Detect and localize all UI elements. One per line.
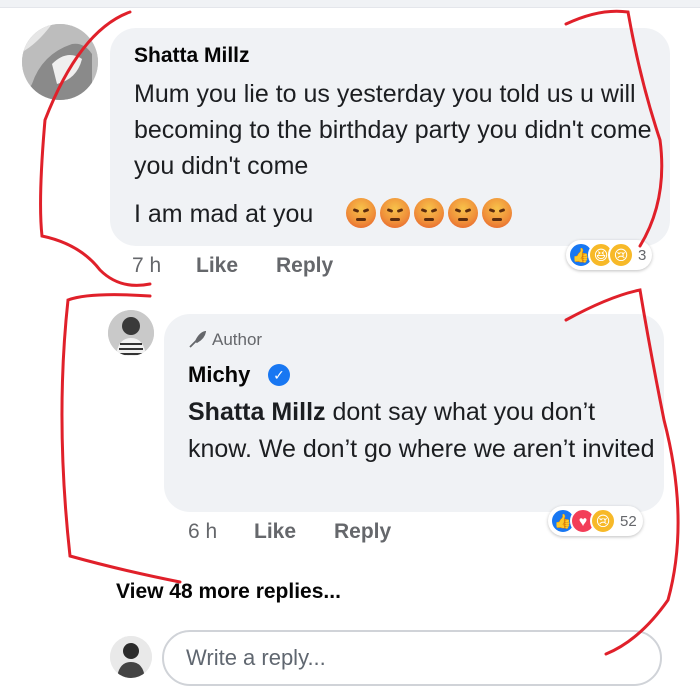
reply-composer-input[interactable] — [162, 630, 662, 686]
verified-badge-icon: ✓ — [268, 364, 290, 386]
reply-timestamp[interactable]: 6 h — [188, 520, 217, 544]
sad-reaction-icon: 😢 — [590, 508, 616, 534]
comment-author-name[interactable]: Shatta Millz — [134, 44, 250, 68]
reply-reaction-count: 52 — [620, 512, 637, 530]
reply-reply-button[interactable]: Reply — [334, 520, 391, 544]
comment-like-button[interactable]: Like — [196, 254, 238, 278]
author-badge-label: Author — [212, 330, 263, 349]
reply-like-button[interactable]: Like — [254, 520, 296, 544]
comment-reaction-count: 3 — [638, 246, 647, 264]
angry-emoji-icon — [380, 198, 410, 228]
comment-text: Mum you lie to us yesterday you told us … — [134, 80, 652, 180]
angry-emoji-row — [346, 198, 512, 228]
angry-emoji-icon — [448, 198, 478, 228]
comment-timestamp[interactable]: 7 h — [132, 254, 161, 278]
avatar-michy[interactable] — [108, 310, 154, 356]
quill-icon — [189, 331, 206, 348]
comment-reactions[interactable]: 👍 😆 😢 3 — [566, 240, 653, 270]
angry-emoji-icon — [482, 198, 512, 228]
avatar-current-user — [110, 636, 152, 678]
author-badge: Author — [188, 330, 262, 350]
comment-reply-button[interactable]: Reply — [276, 254, 333, 278]
angry-emoji-icon — [414, 198, 444, 228]
comment-text-last-line: I am mad at you — [134, 200, 314, 228]
view-more-replies-link[interactable]: View 48 more replies... — [116, 580, 341, 604]
top-divider — [0, 0, 700, 8]
reply-text: Shatta Millz dont say what you don’t kno… — [188, 394, 658, 468]
reply-reactions[interactable]: 👍 ♥ 😢 52 — [548, 506, 643, 536]
reply-author-name[interactable]: Michy — [188, 362, 250, 388]
reply-mention-link[interactable]: Shatta Millz — [188, 398, 326, 426]
angry-emoji-icon — [346, 198, 376, 228]
avatar-shatta-millz[interactable] — [22, 24, 98, 100]
sad-reaction-icon: 😢 — [608, 242, 634, 268]
